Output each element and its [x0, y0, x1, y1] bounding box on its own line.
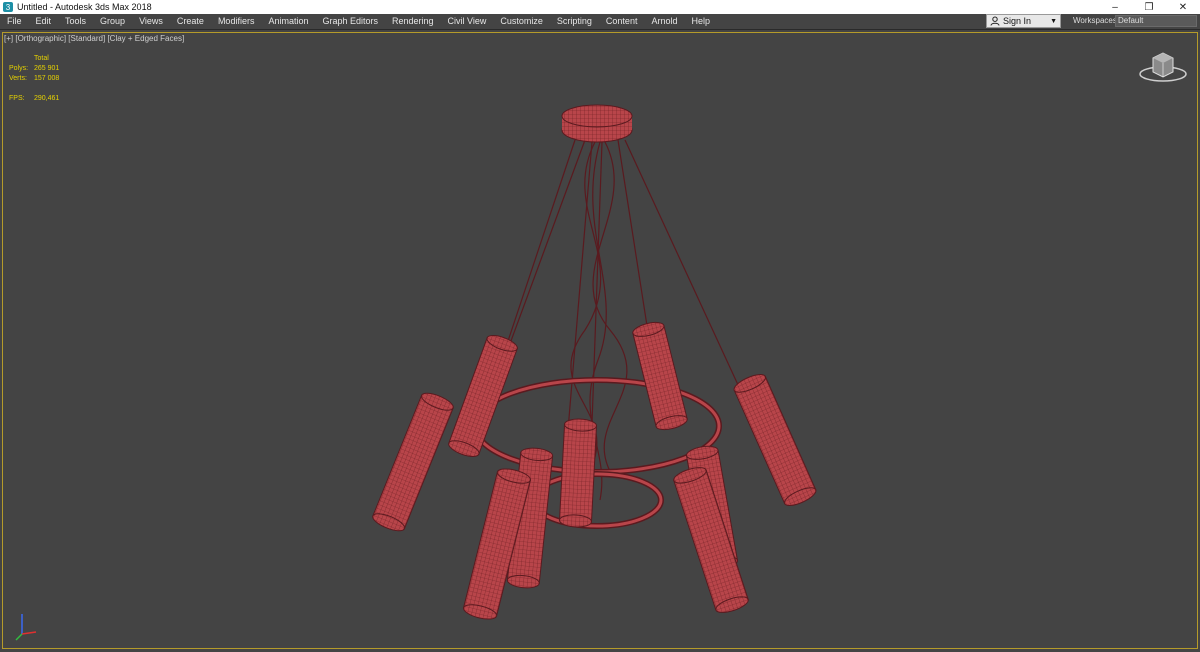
close-button[interactable]: ✕ — [1166, 0, 1200, 14]
minimize-button[interactable]: – — [1098, 0, 1132, 14]
menu-graph-editors[interactable]: Graph Editors — [315, 14, 385, 28]
restore-button[interactable]: ❐ — [1132, 0, 1166, 14]
chandelier-model[interactable] — [0, 30, 1200, 652]
chevron-down-icon: ▼ — [1050, 17, 1057, 25]
ceiling-canopy — [561, 104, 633, 143]
menu-create[interactable]: Create — [170, 14, 211, 28]
user-icon — [990, 16, 1000, 26]
menu-arnold[interactable]: Arnold — [644, 14, 684, 28]
svg-text:3: 3 — [6, 3, 11, 12]
menu-civil-view[interactable]: Civil View — [441, 14, 494, 28]
sign-in-dropdown[interactable]: Sign In ▼ — [986, 14, 1061, 28]
menu-tools[interactable]: Tools — [58, 14, 93, 28]
menu-rendering[interactable]: Rendering — [385, 14, 441, 28]
3ds-max-icon: 3 — [3, 2, 13, 12]
menu-group[interactable]: Group — [93, 14, 132, 28]
menu-bar: File Edit Tools Group Views Create Modif… — [0, 14, 1200, 28]
menu-help[interactable]: Help — [684, 14, 717, 28]
menu-file[interactable]: File — [0, 14, 29, 28]
menu-customize[interactable]: Customize — [493, 14, 550, 28]
menu-content[interactable]: Content — [599, 14, 645, 28]
menu-animation[interactable]: Animation — [261, 14, 315, 28]
menu-views[interactable]: Views — [132, 14, 170, 28]
workspaces-label: Workspaces: — [1073, 16, 1120, 25]
sign-in-label: Sign In — [1003, 16, 1032, 26]
workspaces-select[interactable]: Default — [1115, 15, 1197, 27]
menu-modifiers[interactable]: Modifiers — [211, 14, 262, 28]
window-controls: – ❐ ✕ — [1098, 0, 1200, 14]
menu-edit[interactable]: Edit — [29, 14, 59, 28]
menu-scripting[interactable]: Scripting — [550, 14, 599, 28]
title-bar: 3 Untitled - Autodesk 3ds Max 2018 – ❐ ✕ — [0, 0, 1200, 14]
viewport-perspective[interactable]: [+] [Orthographic] [Standard] [Clay + Ed… — [0, 29, 1200, 651]
window-title: Untitled - Autodesk 3ds Max 2018 — [17, 2, 152, 12]
